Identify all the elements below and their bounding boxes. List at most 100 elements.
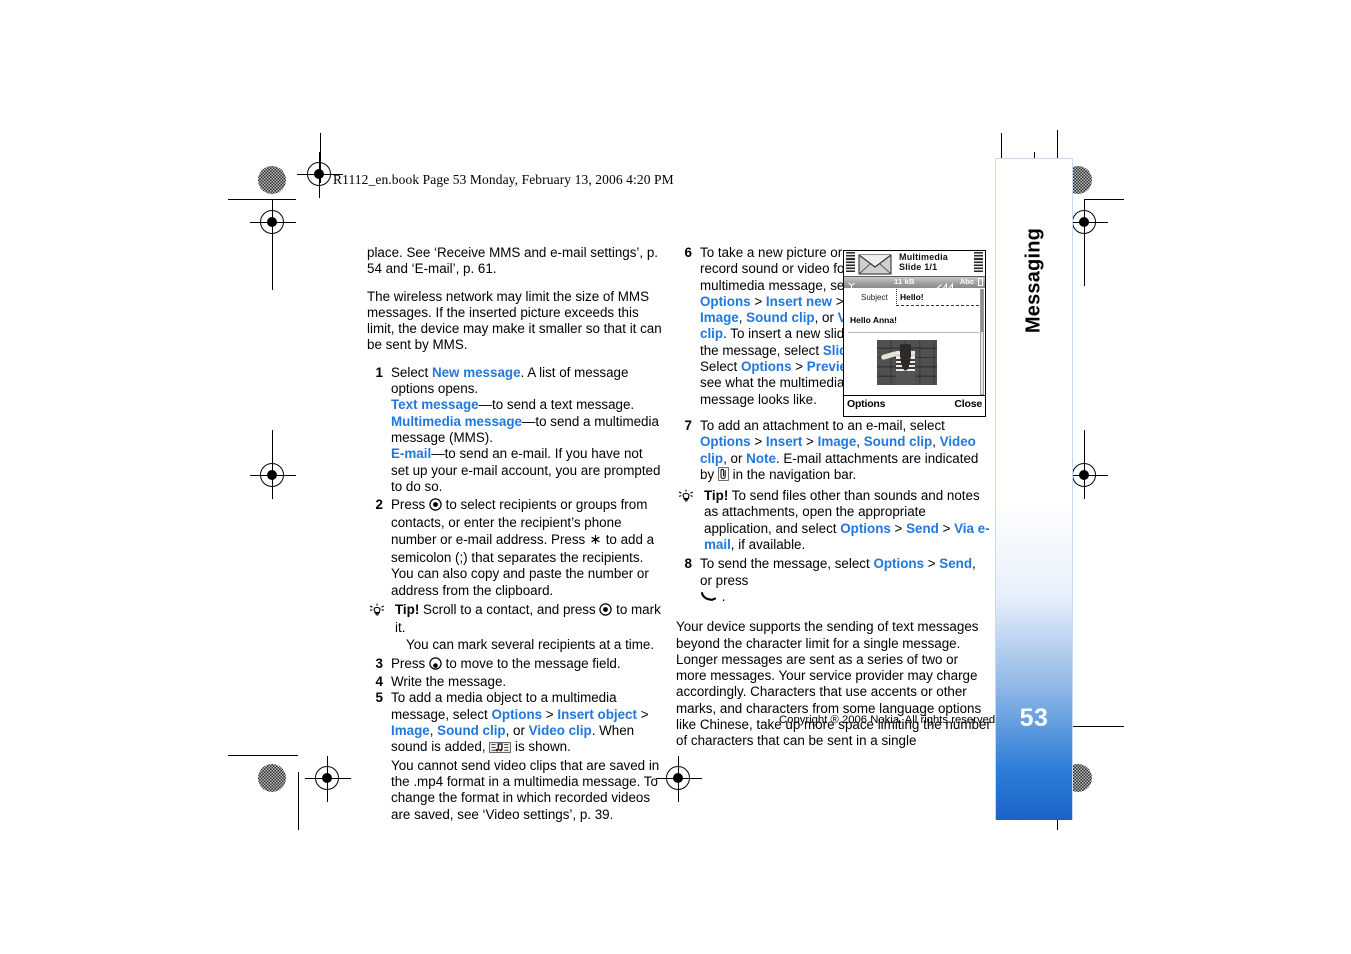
step-number: 1 (375, 364, 383, 380)
link-video-clip[interactable]: Video clip (529, 723, 592, 738)
tip-label: Tip! (704, 488, 729, 504)
link-multimedia-message[interactable]: Multimedia message (391, 414, 522, 429)
step-5: 5 To add a media object to a multimedia … (367, 690, 663, 822)
link-insert[interactable]: Insert (766, 434, 802, 449)
photo-detail-person (896, 344, 915, 385)
left-text-column: place. See ‘Receive MMS and e-mail setti… (367, 245, 663, 823)
step-1-lead: Select (391, 364, 432, 380)
crop-mark (1084, 228, 1086, 286)
step-1: 1 Select New message. A list of message … (367, 365, 663, 495)
link-options[interactable]: Options (491, 707, 542, 722)
softkey-options[interactable]: Options (847, 398, 885, 410)
tip-label: Tip! (395, 601, 420, 617)
crop-mark (1084, 199, 1124, 201)
page-number: 53 (1019, 704, 1049, 732)
section-tab: Messaging 53 (995, 158, 1073, 820)
step-number: 3 (375, 655, 383, 671)
link-options[interactable]: Options (700, 434, 751, 449)
link-new-message[interactable]: New message (432, 365, 521, 380)
link-sound-clip[interactable]: Sound clip (437, 723, 505, 738)
step-3-part2: to move to the message field. (441, 655, 621, 671)
scroll-down-key-icon (429, 657, 442, 674)
phone-scrollbar[interactable] (980, 289, 984, 395)
call-key-icon (700, 591, 718, 607)
section-tab-label: Messaging (1022, 227, 1045, 334)
step-5-post-icon: is shown. (511, 739, 571, 755)
crop-mark (228, 755, 298, 757)
crop-mark (320, 133, 322, 183)
envelope-icon (858, 254, 892, 275)
scroll-key-icon (429, 498, 442, 515)
step-6-p1: To take a new picture or record sound or… (700, 245, 866, 293)
tip-lightbulb-icon (678, 489, 694, 508)
title-stripes-left-icon (846, 252, 855, 272)
link-send[interactable]: Send (939, 556, 972, 571)
link-sound-clip[interactable]: Sound clip (864, 434, 932, 449)
content-divider (848, 332, 979, 333)
step-8-p3: . (718, 588, 726, 604)
document-page: R1112_en.book Page 53 Monday, February 1… (0, 0, 1351, 954)
paragraph-place: place. See ‘Receive MMS and e-mail setti… (367, 245, 659, 277)
link-email[interactable]: E-mail (391, 446, 431, 461)
link-options[interactable]: Options (873, 556, 924, 571)
input-mode-indicator: Abc (959, 277, 974, 286)
phone-title-line1: Multimedia (899, 252, 949, 262)
message-size: 11 kB (894, 277, 915, 286)
registration-dot (258, 166, 286, 194)
step-number: 2 (375, 497, 383, 513)
book-file-header: R1112_en.book Page 53 Monday, February 1… (333, 172, 674, 187)
step-3: 3 Press to move to the message field. (367, 656, 663, 674)
message-body-text: Hello Anna! (850, 315, 897, 325)
subject-label: Subject (861, 293, 888, 302)
scroll-key-icon (599, 603, 613, 620)
step-8-p1: To send the message, select (700, 556, 874, 572)
step-2-part1: Press (391, 497, 429, 513)
tip-block-1: Tip! Scroll to a contact, and press to m… (367, 602, 663, 653)
link-note[interactable]: Note (746, 451, 776, 466)
softkey-close[interactable]: Close (954, 398, 982, 410)
phone-title-bar: Multimedia Slide 1/1 (844, 251, 985, 276)
step-3-part1: Press (391, 655, 429, 671)
attached-photo[interactable] (877, 340, 937, 385)
registration-dot (258, 764, 286, 792)
crop-mark (272, 228, 274, 290)
text-message-desc: —to send a text message. (478, 397, 635, 413)
step-7-p1: To add an attachment to an e-mail, selec… (700, 417, 945, 433)
step-7: 7 To add an attachment to an e-mail, sel… (676, 418, 991, 485)
step-5-tail: You cannot send video clips that are sav… (391, 757, 660, 822)
crop-mark (228, 199, 296, 201)
link-sound-clip[interactable]: Sound clip (746, 310, 814, 325)
paperclip-icon (718, 467, 729, 485)
step-4-text: Write the message. (391, 674, 507, 690)
link-options[interactable]: Options (700, 294, 751, 309)
battery-icon (978, 278, 983, 286)
link-image[interactable]: Image (818, 434, 857, 449)
link-options[interactable]: Options (840, 521, 891, 536)
step-7-p3: in the navigation bar. (728, 466, 857, 482)
crop-mark (298, 772, 300, 830)
step-2: 2 Press to select recipients or groups f… (367, 497, 663, 599)
link-insert-object[interactable]: Insert object (557, 707, 637, 722)
step-8: 8 To send the message, select Options > … (676, 556, 991, 607)
step-number: 5 (375, 690, 383, 706)
copyright-notice: Copyright ® 2006 Nokia. All rights reser… (779, 714, 999, 726)
link-text-message[interactable]: Text message (391, 397, 479, 412)
step-number: 4 (375, 674, 383, 690)
tip1-part1: Scroll to a contact, and press (419, 601, 600, 617)
title-stripes-right-icon (974, 252, 983, 272)
subject-value: Hello! (900, 292, 924, 302)
tip-block-2: Tip! To send files other than sounds and… (676, 488, 991, 553)
link-options[interactable]: Options (741, 359, 792, 374)
step-5-mid: , or (505, 723, 529, 739)
link-insert-new[interactable]: Insert new (766, 294, 832, 309)
step-number: 6 (684, 245, 692, 260)
phone-screenshot: Multimedia Slide 1/1 11 kB Abc Subject H… (843, 250, 986, 417)
email-desc: —to send an e-mail. If you have not set … (391, 446, 661, 494)
paragraph-network-limit: The wireless network may limit the size … (367, 288, 662, 353)
closing-paragraph: Your device supports the sending of text… (676, 619, 991, 749)
link-image[interactable]: Image (391, 723, 430, 738)
link-image[interactable]: Image (700, 310, 739, 325)
link-send[interactable]: Send (906, 521, 939, 536)
phone-content-area: Subject Hello! Hello Anna! (844, 288, 985, 396)
step-number: 7 (684, 417, 692, 433)
